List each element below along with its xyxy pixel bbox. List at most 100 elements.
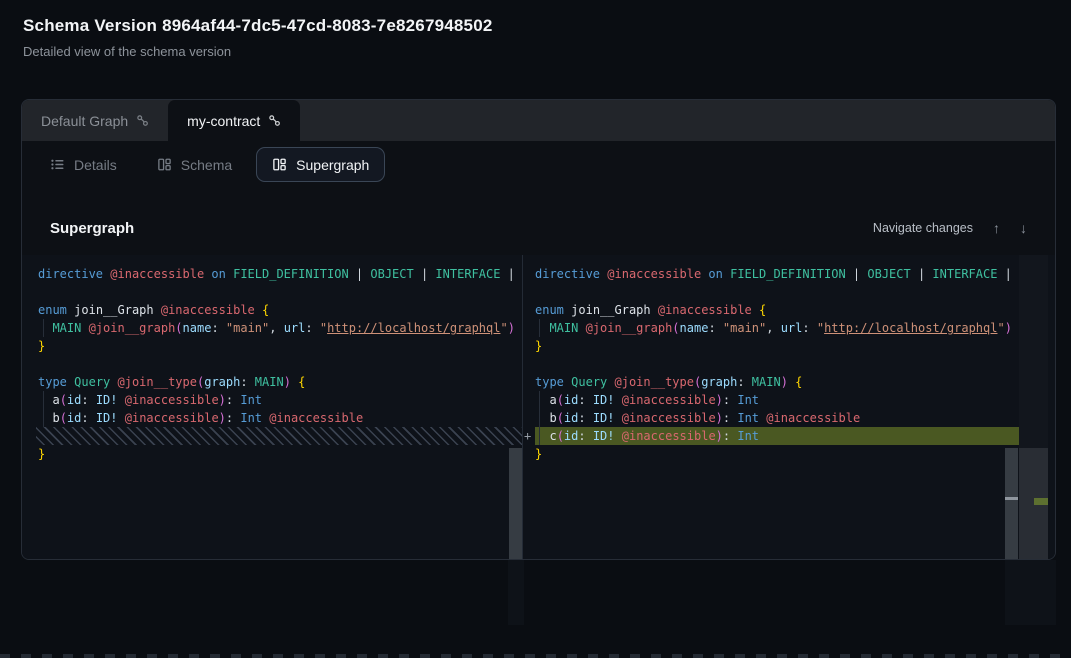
contract-icon <box>136 114 149 127</box>
tab-my-contract[interactable]: my-contract <box>168 100 300 141</box>
tab-default-graph[interactable]: Default Graph <box>22 100 168 141</box>
code-token <box>607 375 614 389</box>
code-token: : <box>81 411 95 425</box>
indent-guide <box>539 427 540 445</box>
diff-add-marker <box>523 319 535 337</box>
code-token <box>154 303 161 317</box>
code-token: : <box>211 321 225 335</box>
code-token: directive <box>38 267 103 281</box>
diff-add-marker <box>523 409 535 427</box>
code-token <box>118 393 125 407</box>
tab-label: Default Graph <box>41 113 128 129</box>
diff-add-marker <box>523 301 535 319</box>
code-token: @inaccessible <box>125 411 219 425</box>
diff-original-pane[interactable]: directive @inaccessible on FIELD_DEFINIT… <box>22 255 522 559</box>
code-token: FIELD_DEFINITION <box>233 267 349 281</box>
original-code-line: directive @inaccessible on FIELD_DEFINIT… <box>22 265 522 283</box>
graph-tabbar: Default Graph my-contract <box>22 100 1055 141</box>
code-token <box>651 303 658 317</box>
code-token <box>535 321 549 335</box>
diff-editor[interactable]: directive @inaccessible on FIELD_DEFINIT… <box>22 255 1055 559</box>
schema-panels-icon <box>157 157 172 172</box>
modified-code-line: MAIN @join__graph(name: "main", url: "ht… <box>523 319 1019 337</box>
code-token: MAIN <box>752 375 781 389</box>
schema-version-card: Default Graph my-contract <box>21 99 1056 560</box>
code-token: id <box>67 393 81 407</box>
indent-guide <box>539 409 540 427</box>
original-code-line: MAIN @join__graph(name: "main", url: "ht… <box>22 319 522 337</box>
original-scrollbar-thumb[interactable] <box>509 448 522 559</box>
code-token: graph <box>204 375 240 389</box>
code-token: @join__graph <box>89 321 176 335</box>
code-token: id <box>564 393 578 407</box>
code-token <box>81 321 88 335</box>
modified-scrollbar-thumb[interactable] <box>1005 448 1018 559</box>
original-code-line: a(id: ID! @inaccessible): Int <box>22 391 522 409</box>
code-token: OBJECT <box>867 267 910 281</box>
code-token: , <box>269 321 283 335</box>
code-token: name <box>183 321 212 335</box>
code-token: , <box>766 321 780 335</box>
diff-add-marker <box>523 265 535 283</box>
code-token: | <box>500 267 514 281</box>
original-code-line <box>22 355 522 373</box>
code-token: | <box>414 267 436 281</box>
navigate-changes: Navigate changes ↑ ↓ <box>873 221 1027 235</box>
code-token: } <box>535 447 542 461</box>
code-token: @inaccessible <box>110 267 204 281</box>
code-token <box>615 393 622 407</box>
code-token: @join__graph <box>586 321 673 335</box>
code-token: Int <box>240 411 262 425</box>
diff-add-marker <box>523 391 535 409</box>
code-token: MAIN <box>549 321 578 335</box>
code-token: ( <box>557 411 564 425</box>
code-token: ) <box>716 411 723 425</box>
editor-overflow-right <box>1005 560 1056 625</box>
code-token <box>578 321 585 335</box>
code-token: ( <box>60 411 67 425</box>
code-token: name <box>680 321 709 335</box>
diff-modified-pane[interactable]: directive @inaccessible on FIELD_DEFINIT… <box>523 255 1019 559</box>
indent-guide <box>43 409 44 427</box>
original-code-line: enum join__Graph @inaccessible { <box>22 301 522 319</box>
code-link[interactable]: http://localhost/graphql <box>824 321 997 335</box>
code-token: : <box>578 429 592 443</box>
next-change-button[interactable]: ↓ <box>1020 221 1027 235</box>
code-token: @inaccessible <box>125 393 219 407</box>
code-token: ) <box>716 393 723 407</box>
page-title: Schema Version 8964af44-7dc5-47cd-8083-7… <box>23 16 493 36</box>
subtab-schema[interactable]: Schema <box>141 147 248 182</box>
code-token: : <box>240 375 254 389</box>
supergraph-panel-header: Supergraph Navigate changes ↑ ↓ <box>50 218 1027 238</box>
indent-guide <box>539 319 540 337</box>
subtab-supergraph[interactable]: Supergraph <box>256 147 385 182</box>
code-token: ( <box>60 393 67 407</box>
code-token: { <box>759 303 766 317</box>
code-token: @inaccessible <box>658 303 752 317</box>
code-token: @inaccessible <box>622 429 716 443</box>
schema-panels-icon <box>272 157 287 172</box>
code-token: ( <box>557 429 564 443</box>
code-token: " <box>500 321 507 335</box>
indent-guide <box>43 319 44 337</box>
code-token: ( <box>557 393 564 407</box>
code-token: INTERFACE <box>932 267 997 281</box>
code-token: ( <box>175 321 182 335</box>
code-link[interactable]: http://localhost/graphql <box>327 321 500 335</box>
code-token: { <box>795 375 802 389</box>
code-token: : <box>708 321 722 335</box>
code-token: id <box>564 429 578 443</box>
code-token: url <box>284 321 306 335</box>
previous-change-button[interactable]: ↑ <box>993 221 1000 235</box>
code-token: } <box>38 447 45 461</box>
code-token: " <box>320 321 327 335</box>
modified-code-line: + c(id: ID! @inaccessible): Int <box>523 427 1019 445</box>
code-token <box>535 429 549 443</box>
modified-code-line: } <box>523 337 1019 355</box>
subtab-details[interactable]: Details <box>34 147 133 182</box>
navigate-changes-label: Navigate changes <box>873 221 973 235</box>
subtab-label: Details <box>74 157 117 173</box>
code-token: ) <box>219 411 226 425</box>
diff-add-marker <box>523 373 535 391</box>
code-token: graph <box>701 375 737 389</box>
